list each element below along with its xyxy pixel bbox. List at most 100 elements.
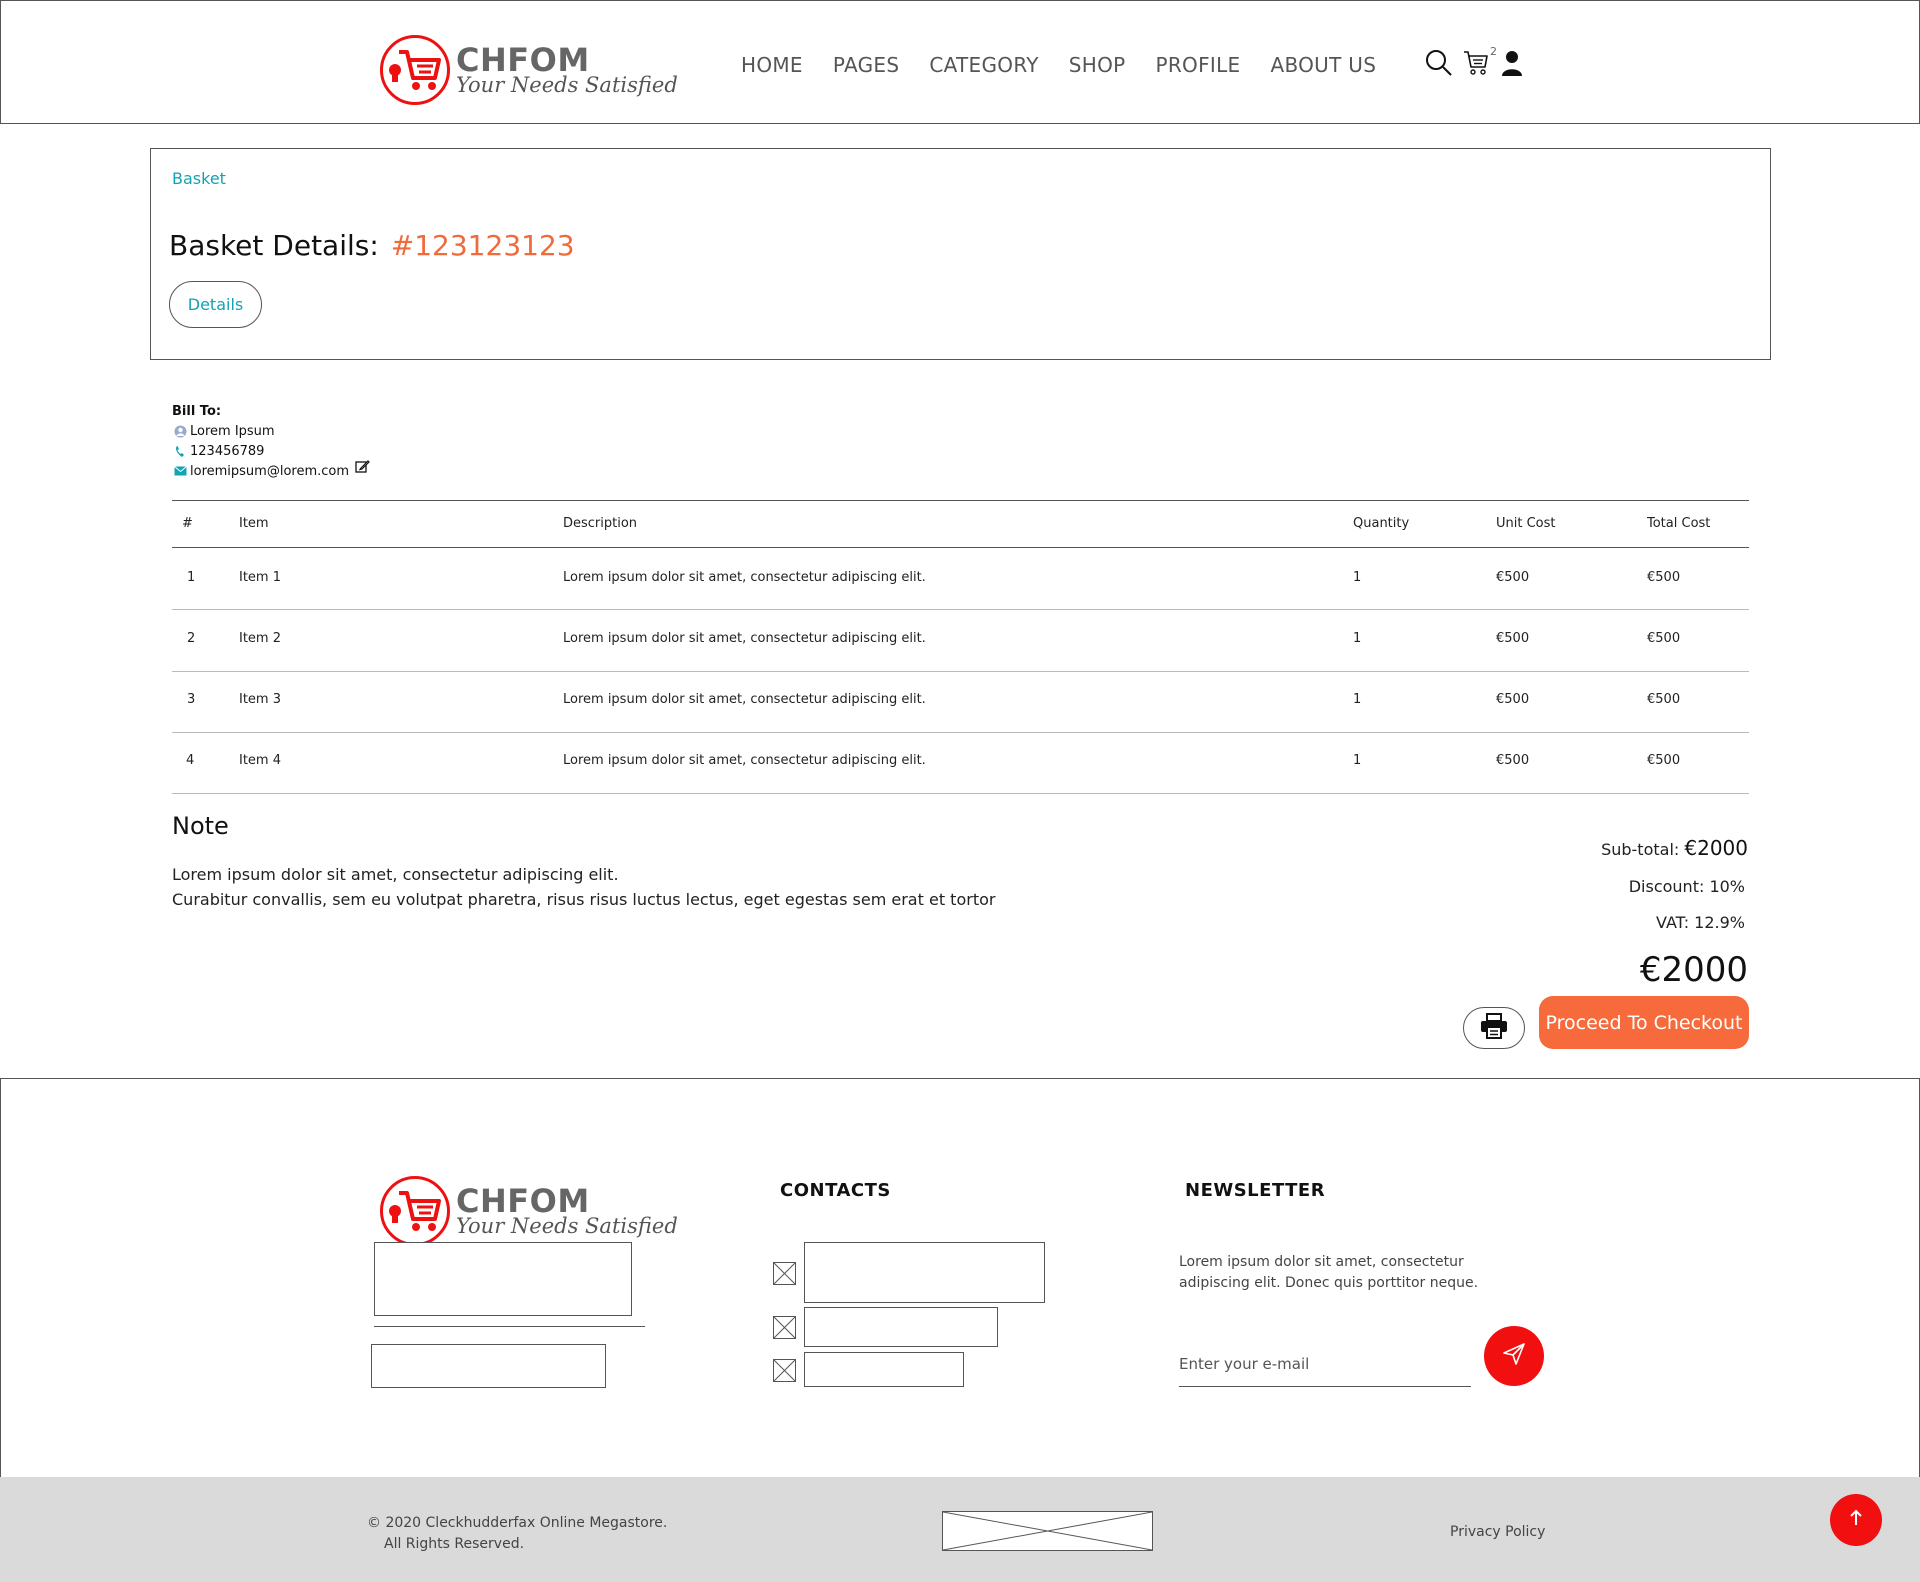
footer-brand-name: CHFOM bbox=[456, 1182, 590, 1220]
contact-icon-placeholder bbox=[773, 1359, 796, 1382]
scroll-to-top-button[interactable] bbox=[1830, 1494, 1882, 1546]
contacts-title: CONTACTS bbox=[780, 1180, 891, 1201]
cart-logo-icon bbox=[380, 1176, 450, 1246]
subtotal: Sub-total: €2000 bbox=[1601, 836, 1748, 860]
col-header-quantity: Quantity bbox=[1353, 516, 1410, 531]
row-description: Lorem ipsum dolor sit amet, consectetur … bbox=[563, 631, 926, 646]
row-item: Item 3 bbox=[239, 692, 281, 707]
row-unit-cost: €500 bbox=[1496, 631, 1530, 646]
basket-number: #123123123 bbox=[390, 229, 575, 262]
note-text: Lorem ipsum dolor sit amet, consectetur … bbox=[172, 862, 995, 912]
row-number: 1 bbox=[187, 570, 196, 585]
row-number: 3 bbox=[187, 692, 196, 707]
row-number: 4 bbox=[186, 753, 195, 768]
person-icon bbox=[172, 425, 188, 438]
row-description: Lorem ipsum dolor sit amet, consectetur … bbox=[563, 570, 926, 585]
contact-phone-placeholder bbox=[804, 1307, 998, 1347]
footer-divider bbox=[374, 1326, 645, 1327]
contact-icon-placeholder bbox=[773, 1316, 796, 1339]
basket-title-label: Basket Details: bbox=[169, 229, 379, 262]
nav-category[interactable]: CATEGORY bbox=[929, 53, 1038, 77]
details-button[interactable]: Details bbox=[169, 281, 262, 328]
basket-summary-box: Basket Basket Details: #123123123 Details bbox=[150, 148, 1771, 360]
site-header: CHFOM Your Needs Satisfied HOME PAGES CA… bbox=[0, 0, 1920, 124]
send-icon bbox=[1502, 1342, 1526, 1370]
proceed-to-checkout-button[interactable]: Proceed To Checkout bbox=[1539, 996, 1749, 1049]
row-description: Lorem ipsum dolor sit amet, consectetur … bbox=[563, 753, 926, 768]
privacy-policy-link[interactable]: Privacy Policy bbox=[1450, 1524, 1545, 1540]
row-total-cost: €500 bbox=[1647, 570, 1681, 585]
footer-brand-logo[interactable]: CHFOM Your Needs Satisfied bbox=[380, 1176, 678, 1246]
search-icon[interactable] bbox=[1425, 49, 1453, 77]
payment-logos-placeholder bbox=[942, 1511, 1153, 1551]
nav-pages[interactable]: PAGES bbox=[833, 53, 899, 77]
row-item: Item 2 bbox=[239, 631, 281, 646]
col-header-unit-cost: Unit Cost bbox=[1496, 516, 1556, 531]
newsletter-send-button[interactable] bbox=[1484, 1326, 1544, 1386]
subtotal-label: Sub-total: bbox=[1601, 840, 1680, 859]
bill-to-phone: 123456789 bbox=[190, 443, 265, 459]
row-total-cost: €500 bbox=[1647, 692, 1681, 707]
newsletter-email-input[interactable] bbox=[1179, 1342, 1471, 1387]
col-header-item: Item bbox=[239, 516, 269, 531]
phone-icon bbox=[172, 445, 188, 458]
bill-to-email: loremipsum@lorem.com bbox=[190, 463, 350, 479]
copyright-line-1: © 2020 Cleckhudderfax Online Megastore. bbox=[367, 1515, 668, 1531]
discount: Discount: 10% bbox=[1628, 877, 1745, 896]
row-quantity: 1 bbox=[1353, 753, 1362, 768]
main-nav: HOME PAGES CATEGORY SHOP PROFILE ABOUT U… bbox=[741, 53, 1406, 77]
col-header-total-cost: Total Cost bbox=[1647, 516, 1711, 531]
col-header-number: # bbox=[182, 516, 193, 531]
bill-to-section: Bill To: Lorem Ipsum 123456789 loremipsu… bbox=[172, 404, 370, 481]
breadcrumb-basket[interactable]: Basket bbox=[172, 169, 226, 188]
row-quantity: 1 bbox=[1353, 692, 1362, 707]
contact-address-placeholder bbox=[804, 1242, 1045, 1303]
row-number: 2 bbox=[187, 631, 196, 646]
printer-icon bbox=[1480, 1013, 1508, 1043]
header-icons: 2 bbox=[1425, 45, 1523, 77]
contact-email-placeholder bbox=[804, 1352, 964, 1387]
newsletter-title: NEWSLETTER bbox=[1185, 1180, 1326, 1201]
cart-logo-icon bbox=[380, 35, 450, 105]
note-line-1: Lorem ipsum dolor sit amet, consectetur … bbox=[172, 865, 619, 884]
mail-icon bbox=[172, 466, 188, 476]
arrow-up-icon bbox=[1848, 1509, 1864, 1531]
col-header-description: Description bbox=[563, 516, 638, 531]
contact-icon-placeholder bbox=[773, 1262, 796, 1285]
nav-about-us[interactable]: ABOUT US bbox=[1270, 53, 1376, 77]
row-item: Item 4 bbox=[239, 753, 281, 768]
footer-brand-tagline: Your Needs Satisfied bbox=[456, 1214, 678, 1238]
row-quantity: 1 bbox=[1353, 570, 1362, 585]
row-total-cost: €500 bbox=[1647, 753, 1681, 768]
row-item: Item 1 bbox=[239, 570, 281, 585]
nav-home[interactable]: HOME bbox=[741, 53, 803, 77]
vat: VAT: 12.9% bbox=[1656, 913, 1745, 932]
newsletter-text: Lorem ipsum dolor sit amet, consectetur … bbox=[1179, 1254, 1479, 1291]
subtotal-value: €2000 bbox=[1684, 836, 1748, 860]
row-unit-cost: €500 bbox=[1496, 570, 1530, 585]
brand-logo[interactable]: CHFOM Your Needs Satisfied bbox=[380, 35, 678, 105]
user-icon[interactable] bbox=[1501, 49, 1523, 77]
note-heading: Note bbox=[172, 812, 229, 840]
cart-icon[interactable] bbox=[1463, 49, 1489, 77]
note-line-2: Curabitur convallis, sem eu volutpat pha… bbox=[172, 890, 996, 909]
footer-link-placeholder bbox=[371, 1344, 606, 1388]
print-button[interactable] bbox=[1463, 1007, 1525, 1049]
bill-to-heading: Bill To: bbox=[172, 404, 222, 419]
row-description: Lorem ipsum dolor sit amet, consectetur … bbox=[563, 692, 926, 707]
page-title: Basket Details: #123123123 bbox=[169, 229, 575, 262]
nav-profile[interactable]: PROFILE bbox=[1156, 53, 1241, 77]
cart-count-badge: 2 bbox=[1490, 45, 1497, 58]
row-total-cost: €500 bbox=[1647, 631, 1681, 646]
row-unit-cost: €500 bbox=[1496, 692, 1530, 707]
grand-total: €2000 bbox=[1639, 950, 1748, 990]
edit-icon[interactable] bbox=[355, 459, 370, 478]
bill-to-name: Lorem Ipsum bbox=[190, 423, 275, 439]
copyright-line-2: All Rights Reserved. bbox=[384, 1536, 525, 1552]
row-unit-cost: €500 bbox=[1496, 753, 1530, 768]
row-quantity: 1 bbox=[1353, 631, 1362, 646]
copyright: © 2020 Cleckhudderfax Online Megastore. … bbox=[367, 1513, 667, 1555]
nav-shop[interactable]: SHOP bbox=[1069, 53, 1126, 77]
about-placeholder-box bbox=[374, 1242, 632, 1316]
brand-name: CHFOM bbox=[456, 41, 590, 79]
